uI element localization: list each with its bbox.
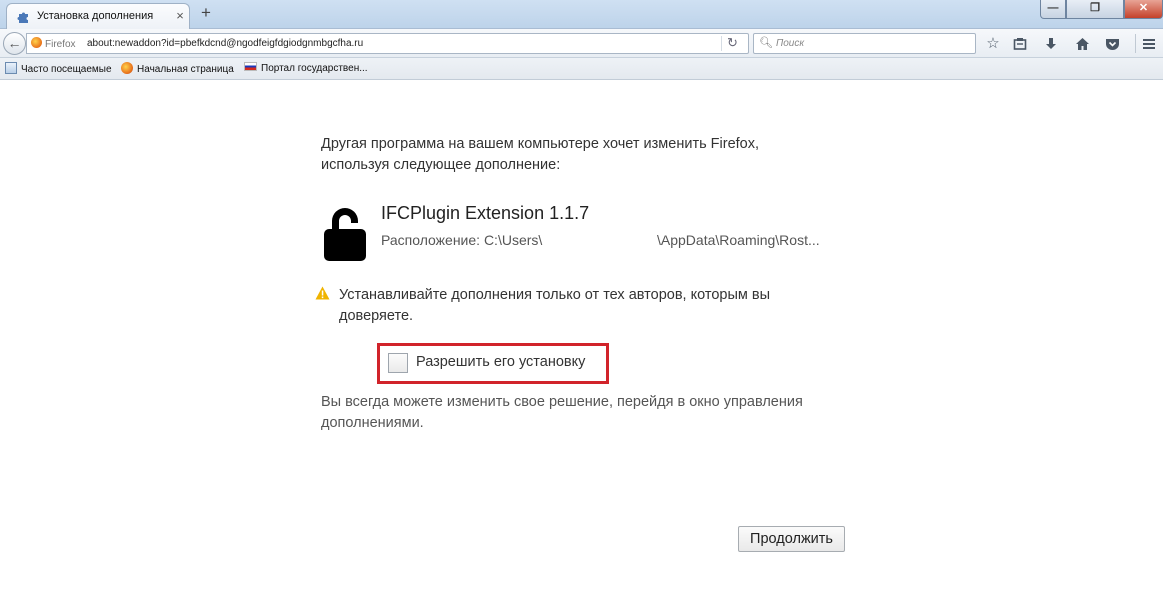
tab-strip: Установка дополнения × + — ❐ ✕: [0, 0, 1163, 29]
close-window-button[interactable]: ✕: [1124, 0, 1163, 19]
search-placeholder: Поиск: [776, 38, 805, 49]
puzzle-piece-icon: [17, 12, 28, 23]
toolbar-separator: [1135, 34, 1136, 53]
allow-install-label[interactable]: Разрешить его установку: [416, 354, 585, 370]
back-button[interactable]: ←: [3, 32, 26, 55]
minimize-button[interactable]: —: [1040, 0, 1066, 19]
navigation-toolbar: Firefox about:newaddon?id=pbefkdcnd@ngod…: [0, 29, 1163, 58]
bookmark-star-icon[interactable]: ☆: [983, 34, 1003, 54]
bookmark-gov-portal[interactable]: Портал государствен...: [244, 62, 368, 74]
minimize-icon: —: [1047, 2, 1059, 14]
download-arrow-icon[interactable]: [1041, 34, 1061, 54]
url-bar[interactable]: Firefox about:newaddon?id=pbefkdcnd@ngod…: [26, 33, 749, 54]
tab-title: Установка дополнения: [37, 10, 154, 22]
tab-close-icon[interactable]: ×: [173, 9, 187, 23]
identity-label: Firefox: [45, 39, 76, 50]
bookmarks-menu-icon[interactable]: [1010, 34, 1030, 54]
bookmark-home-page[interactable]: Начальная страница: [121, 62, 234, 75]
allow-install-highlight: Разрешить его установку: [377, 343, 609, 384]
continue-button[interactable]: Продолжить: [738, 526, 845, 552]
padlock-icon: [324, 208, 366, 261]
bookmark-most-visited[interactable]: Часто посещаемые: [5, 62, 112, 75]
bookmark-label: Часто посещаемые: [21, 64, 112, 75]
search-bar[interactable]: 🔍︎ Поиск: [753, 33, 976, 54]
firefox-icon: [121, 62, 133, 74]
restore-icon: ❐: [1090, 2, 1100, 14]
addon-location-path: \AppData\Roaming\Rost...: [657, 232, 820, 248]
home-icon[interactable]: [1072, 34, 1092, 54]
back-arrow-icon: ←: [7, 35, 22, 51]
most-visited-icon: [5, 62, 17, 74]
bookmark-label: Начальная страница: [137, 64, 234, 75]
url-text[interactable]: about:newaddon?id=pbefkdcnd@ngodfeigfdgi…: [87, 38, 363, 49]
note-text: Вы всегда можете изменить свое решение, …: [321, 394, 803, 431]
search-icon: 🔍︎: [759, 37, 773, 49]
warning-text: Устанавливайте дополнения только от тех …: [339, 287, 770, 324]
new-tab-button[interactable]: +: [197, 4, 215, 22]
site-identity[interactable]: Firefox: [31, 37, 76, 50]
close-icon: ✕: [1138, 2, 1149, 14]
pocket-icon[interactable]: [1102, 34, 1122, 54]
url-separator: [721, 36, 722, 51]
allow-install-checkbox[interactable]: [388, 353, 408, 373]
intro-text: Другая программа на вашем компьютере хоч…: [321, 136, 760, 173]
addon-location-label: Расположение: C:\Users\: [381, 232, 543, 248]
warning-icon: [315, 286, 330, 300]
russia-flag-icon: [244, 62, 257, 71]
bookmarks-toolbar: Часто посещаемые Начальная страница Порт…: [0, 58, 1163, 80]
addon-install-page: Другая программа на вашем компьютере хоч…: [0, 81, 1163, 608]
reload-icon[interactable]: ↻: [727, 35, 738, 51]
addon-name: IFCPlugin Extension 1.1.7: [381, 203, 590, 223]
restore-button[interactable]: ❐: [1066, 0, 1124, 19]
hamburger-menu-icon[interactable]: [1139, 34, 1159, 54]
tab-addon-install[interactable]: Установка дополнения ×: [6, 3, 190, 29]
bookmark-label: Портал государствен...: [261, 63, 368, 74]
firefox-icon: [31, 37, 42, 48]
